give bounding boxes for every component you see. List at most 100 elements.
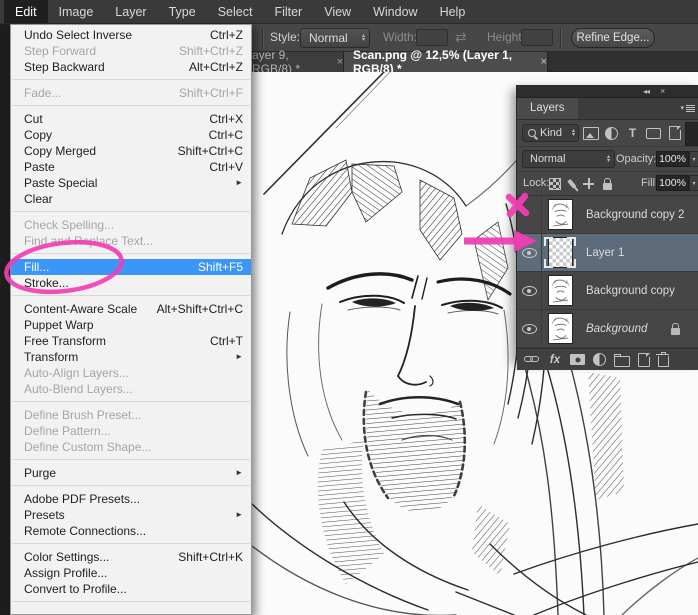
- type-filter-icon[interactable]: [627, 127, 639, 139]
- adjustment-filter-icon[interactable]: [605, 127, 618, 140]
- menu-item-color-settings[interactable]: Color Settings...Shift+Ctrl+K: [11, 549, 251, 565]
- menu-item-purge[interactable]: Purge►: [11, 465, 251, 481]
- menubar-item-view[interactable]: View: [313, 0, 362, 23]
- menubar-item-window[interactable]: Window: [362, 0, 428, 23]
- lock-all-icon[interactable]: [603, 183, 612, 190]
- menu-item-clear[interactable]: Clear: [11, 191, 251, 207]
- adjustment-icon[interactable]: [593, 353, 606, 366]
- document-tab-active[interactable]: Scan.png @ 12,5% (Layer 1, RGB/8) * ×: [344, 52, 548, 72]
- tab-close-icon[interactable]: ×: [337, 56, 343, 68]
- filter-kind-dropdown[interactable]: Kind ▴▾: [522, 124, 579, 142]
- lock-transparent-icon[interactable]: [549, 178, 561, 190]
- folder-icon[interactable]: [614, 356, 630, 367]
- panel-close-icon[interactable]: ×: [660, 86, 665, 97]
- opacity-value[interactable]: 100%: [656, 151, 689, 167]
- height-input[interactable]: [521, 29, 553, 46]
- menu-item-puppet-warp[interactable]: Puppet Warp: [11, 317, 251, 333]
- opacity-dropdown-icon[interactable]: ▾: [689, 151, 698, 167]
- smart-object-filter-icon[interactable]: [669, 126, 681, 140]
- submenu-arrow-icon: ►: [235, 465, 243, 481]
- menu-item-remote-connections[interactable]: Remote Connections...: [11, 523, 251, 539]
- mask-icon[interactable]: [570, 354, 585, 365]
- menu-item-transform[interactable]: Transform►: [11, 349, 251, 365]
- lock-move-icon[interactable]: [583, 178, 594, 189]
- layer-row-layer-1[interactable]: Layer 1: [517, 234, 698, 272]
- shape-filter-icon[interactable]: [646, 128, 661, 139]
- blend-mode-dropdown[interactable]: Normal ▴▾: [522, 150, 615, 168]
- menu-item-step-backward[interactable]: Step BackwardAlt+Ctrl+Z: [11, 59, 251, 75]
- menu-item-copy[interactable]: CopyCtrl+C: [11, 127, 251, 143]
- lock-row: Lock: Fill: 100% ▾: [517, 172, 698, 196]
- menu-item-assign-profile[interactable]: Assign Profile...: [11, 565, 251, 581]
- menu-item-presets[interactable]: Presets►: [11, 507, 251, 523]
- layer-visibility-toggle[interactable]: [517, 196, 542, 233]
- style-label: Style:: [270, 24, 300, 51]
- menu-item-undo-select-inverse[interactable]: Undo Select InverseCtrl+Z: [11, 27, 251, 43]
- fx-icon[interactable]: [548, 354, 562, 366]
- link-icon[interactable]: [524, 356, 540, 363]
- menubar-item-select[interactable]: Select: [207, 0, 264, 23]
- menu-item-check-spelling[interactable]: Check Spelling...: [11, 217, 251, 233]
- layer-row-background-copy-2[interactable]: Background copy 2: [517, 196, 698, 234]
- menubar-item-help[interactable]: Help: [429, 0, 477, 23]
- style-dropdown[interactable]: Normal ▴▾: [300, 28, 370, 48]
- trash-icon[interactable]: [658, 356, 669, 367]
- menu-item-content-aware-scale[interactable]: Content-Aware ScaleAlt+Shift+Ctrl+C: [11, 301, 251, 317]
- menu-separator: [12, 485, 250, 486]
- layer-visibility-toggle[interactable]: [517, 234, 542, 271]
- menu-item-stroke[interactable]: Stroke...: [11, 275, 251, 291]
- menu-item-paste[interactable]: PasteCtrl+V: [11, 159, 251, 175]
- menu-item-auto-blend-layers[interactable]: Auto-Blend Layers...: [11, 381, 251, 397]
- fill-value[interactable]: 100%: [656, 175, 689, 191]
- menu-item-step-forward[interactable]: Step ForwardShift+Ctrl+Z: [11, 43, 251, 59]
- menubar-item-filter[interactable]: Filter: [263, 0, 313, 23]
- layer-thumbnail[interactable]: [542, 275, 578, 306]
- menubar-item-type[interactable]: Type: [158, 0, 207, 23]
- panel-menu-icon[interactable]: ▾: [680, 104, 695, 112]
- menu-item-paste-special[interactable]: Paste Special►: [11, 175, 251, 191]
- menu-item-label: Content-Aware Scale: [24, 302, 137, 316]
- menu-item-adobe-pdf-presets[interactable]: Adobe PDF Presets...: [11, 491, 251, 507]
- layer-lock-icon: [671, 328, 680, 335]
- width-input[interactable]: [416, 29, 448, 46]
- menu-item-convert-to-profile[interactable]: Convert to Profile...: [11, 581, 251, 597]
- menu-item-define-pattern[interactable]: Define Pattern...: [11, 423, 251, 439]
- layer-thumbnail[interactable]: [542, 237, 578, 268]
- layers-panel-tab[interactable]: Layers: [517, 98, 578, 119]
- menu-item-label: Auto-Blend Layers...: [24, 382, 133, 396]
- layer-row-background-copy[interactable]: Background copy: [517, 272, 698, 310]
- layer-visibility-toggle[interactable]: [517, 310, 542, 347]
- layer-thumbnail[interactable]: [542, 199, 578, 230]
- menu-item-find-and-replace-text[interactable]: Find and Replace Text...: [11, 233, 251, 249]
- menubar-item-edit[interactable]: Edit: [4, 0, 48, 23]
- menubar-item-image[interactable]: Image: [48, 0, 105, 23]
- menu-item-define-custom-shape[interactable]: Define Custom Shape...: [11, 439, 251, 455]
- menu-item-shortcut: Ctrl+T: [210, 334, 243, 348]
- menu-item-cut[interactable]: CutCtrl+X: [11, 111, 251, 127]
- filter-toggle-block[interactable]: [685, 122, 698, 146]
- menu-item-fade[interactable]: Fade...Shift+Ctrl+F: [11, 85, 251, 101]
- collapse-panels-icon[interactable]: ◂◂: [643, 86, 649, 97]
- tab-close-icon[interactable]: ×: [541, 56, 547, 68]
- filter-kind-value: Kind: [540, 127, 568, 139]
- swap-dimensions-icon[interactable]: ⇄: [455, 24, 467, 51]
- new-layer-icon[interactable]: [638, 353, 650, 367]
- lock-buttons: [549, 172, 612, 195]
- menu-item-define-brush-preset[interactable]: Define Brush Preset...: [11, 407, 251, 423]
- fill-dropdown-icon[interactable]: ▾: [689, 175, 698, 191]
- menu-item-fill[interactable]: Fill...Shift+F5: [11, 259, 251, 275]
- layer-name: Background: [586, 323, 647, 335]
- panel-tab-row: Layers ▾: [517, 98, 698, 120]
- image-filter-icon[interactable]: [583, 127, 599, 140]
- layer-filter-row: Kind ▴▾: [517, 120, 698, 147]
- refine-edge-button[interactable]: Refine Edge...: [571, 28, 655, 48]
- menu-item-copy-merged[interactable]: Copy MergedShift+Ctrl+C: [11, 143, 251, 159]
- lock-brush-icon[interactable]: [567, 178, 576, 188]
- menubar-item-layer[interactable]: Layer: [104, 0, 157, 23]
- menu-item-label: Copy: [24, 128, 52, 142]
- layer-row-background[interactable]: Background: [517, 310, 698, 348]
- layer-thumbnail[interactable]: [542, 313, 578, 344]
- menu-item-auto-align-layers[interactable]: Auto-Align Layers...: [11, 365, 251, 381]
- layer-visibility-toggle[interactable]: [517, 272, 542, 309]
- menu-item-free-transform[interactable]: Free TransformCtrl+T: [11, 333, 251, 349]
